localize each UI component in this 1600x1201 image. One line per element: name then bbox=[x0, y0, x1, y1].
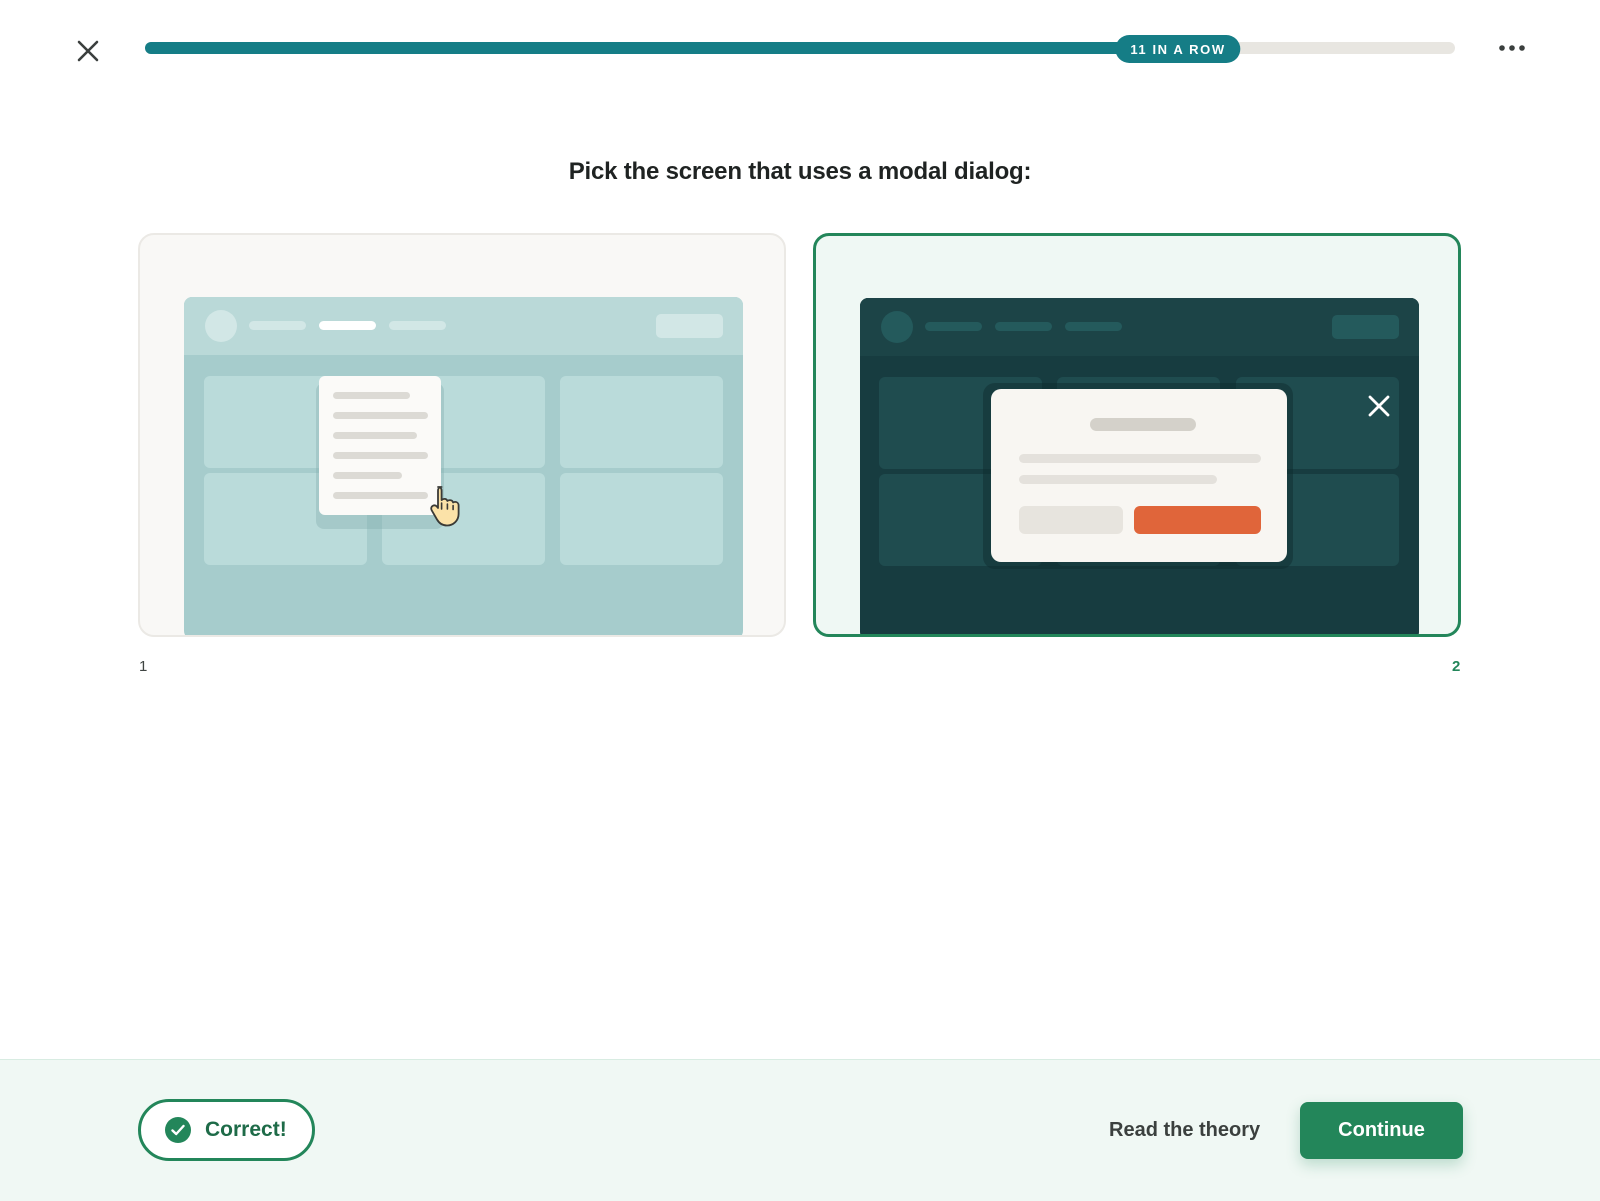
more-options-button[interactable] bbox=[1494, 34, 1530, 62]
feedback-bar: Correct! Read the theory Continue bbox=[0, 1059, 1600, 1201]
close-lesson-button[interactable] bbox=[70, 33, 106, 69]
modal-dialog-screen-illustration bbox=[860, 298, 1419, 634]
feedback-label: Correct! bbox=[205, 1118, 287, 1141]
read-theory-link[interactable]: Read the theory bbox=[1109, 1119, 1260, 1142]
feedback-correct-badge: Correct! bbox=[138, 1099, 315, 1161]
option-number-2: 2 bbox=[1452, 658, 1461, 675]
progress-bar bbox=[145, 42, 1455, 54]
option-number-1: 1 bbox=[139, 658, 148, 675]
check-icon bbox=[165, 1117, 191, 1143]
streak-badge: 11 IN A ROW bbox=[1115, 35, 1241, 63]
answer-option-2[interactable] bbox=[813, 233, 1461, 637]
answer-option-1[interactable] bbox=[138, 233, 786, 637]
popover-screen-illustration bbox=[184, 297, 743, 635]
more-icon bbox=[1499, 45, 1525, 51]
question-prompt: Pick the screen that uses a modal dialog… bbox=[568, 158, 1032, 185]
progress-fill bbox=[145, 42, 1193, 54]
close-icon bbox=[77, 40, 99, 62]
continue-button[interactable]: Continue bbox=[1300, 1102, 1463, 1159]
